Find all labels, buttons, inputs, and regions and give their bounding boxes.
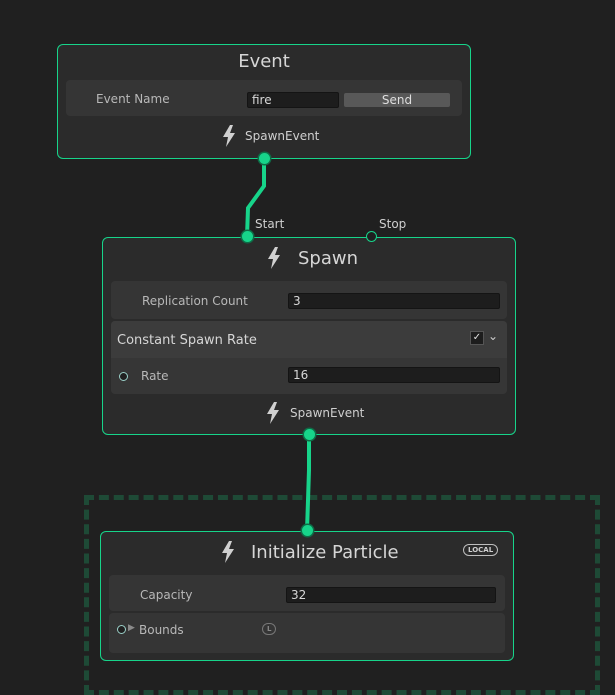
chevron-down-icon[interactable]: ⌄	[488, 329, 498, 343]
rate-label: Rate	[141, 369, 169, 383]
capacity-input[interactable]: 32	[286, 587, 496, 603]
stop-label: Stop	[379, 217, 407, 231]
rate-port[interactable]	[119, 372, 128, 381]
replication-row: Replication Count 3	[111, 281, 507, 319]
bounds-port[interactable]	[117, 625, 126, 634]
bounds-row: ▶ Bounds L	[109, 613, 505, 653]
space-badge[interactable]: L	[262, 623, 277, 635]
block-header[interactable]: Constant Spawn Rate ✓ ⌄	[111, 321, 507, 358]
node-title: Event	[238, 51, 290, 72]
initialize-particle-node[interactable]: Initialize Particle LOCAL Capacity 32 ▶ …	[100, 531, 514, 661]
capacity-row: Capacity 32	[109, 575, 505, 611]
replication-input[interactable]: 3	[288, 293, 500, 309]
wire-spawn-to-init	[305, 435, 311, 532]
event-name-input[interactable]: fire	[247, 92, 339, 108]
init-input-port[interactable]	[302, 525, 313, 536]
event-output-port[interactable]	[259, 153, 270, 164]
replication-label: Replication Count	[142, 294, 248, 308]
spawn-node[interactable]: Spawn Replication Count 3 Constant Spawn…	[102, 237, 516, 435]
lightning-icon	[268, 247, 280, 269]
local-badge: LOCAL	[463, 544, 499, 556]
event-name-row: Event Name fire Send	[66, 80, 462, 116]
spawn-output-port[interactable]	[304, 429, 315, 440]
lightning-icon	[223, 125, 235, 147]
capacity-label: Capacity	[140, 588, 193, 602]
start-label: Start	[255, 217, 285, 231]
lightning-icon	[222, 541, 234, 563]
output-label: SpawnEvent	[245, 129, 320, 143]
event-name-label: Event Name	[96, 92, 170, 106]
checkbox-icon[interactable]: ✓	[470, 331, 484, 345]
lightning-icon	[267, 402, 279, 424]
spawn-stop-port[interactable]	[366, 231, 377, 242]
block-title: Constant Spawn Rate	[117, 333, 257, 348]
node-title: Spawn	[298, 248, 359, 269]
expand-arrow-icon[interactable]: ▶	[128, 623, 135, 633]
constant-spawn-rate-block: Constant Spawn Rate ✓ ⌄ Rate 16	[111, 321, 507, 394]
event-node[interactable]: Event Event Name fire Send SpawnEvent	[57, 44, 471, 159]
spawn-start-port[interactable]	[242, 231, 253, 242]
output-label: SpawnEvent	[290, 406, 365, 420]
send-button[interactable]: Send	[344, 93, 450, 107]
bounds-label: Bounds	[139, 623, 184, 637]
rate-input[interactable]: 16	[288, 367, 500, 383]
node-title: Initialize Particle	[251, 542, 399, 563]
